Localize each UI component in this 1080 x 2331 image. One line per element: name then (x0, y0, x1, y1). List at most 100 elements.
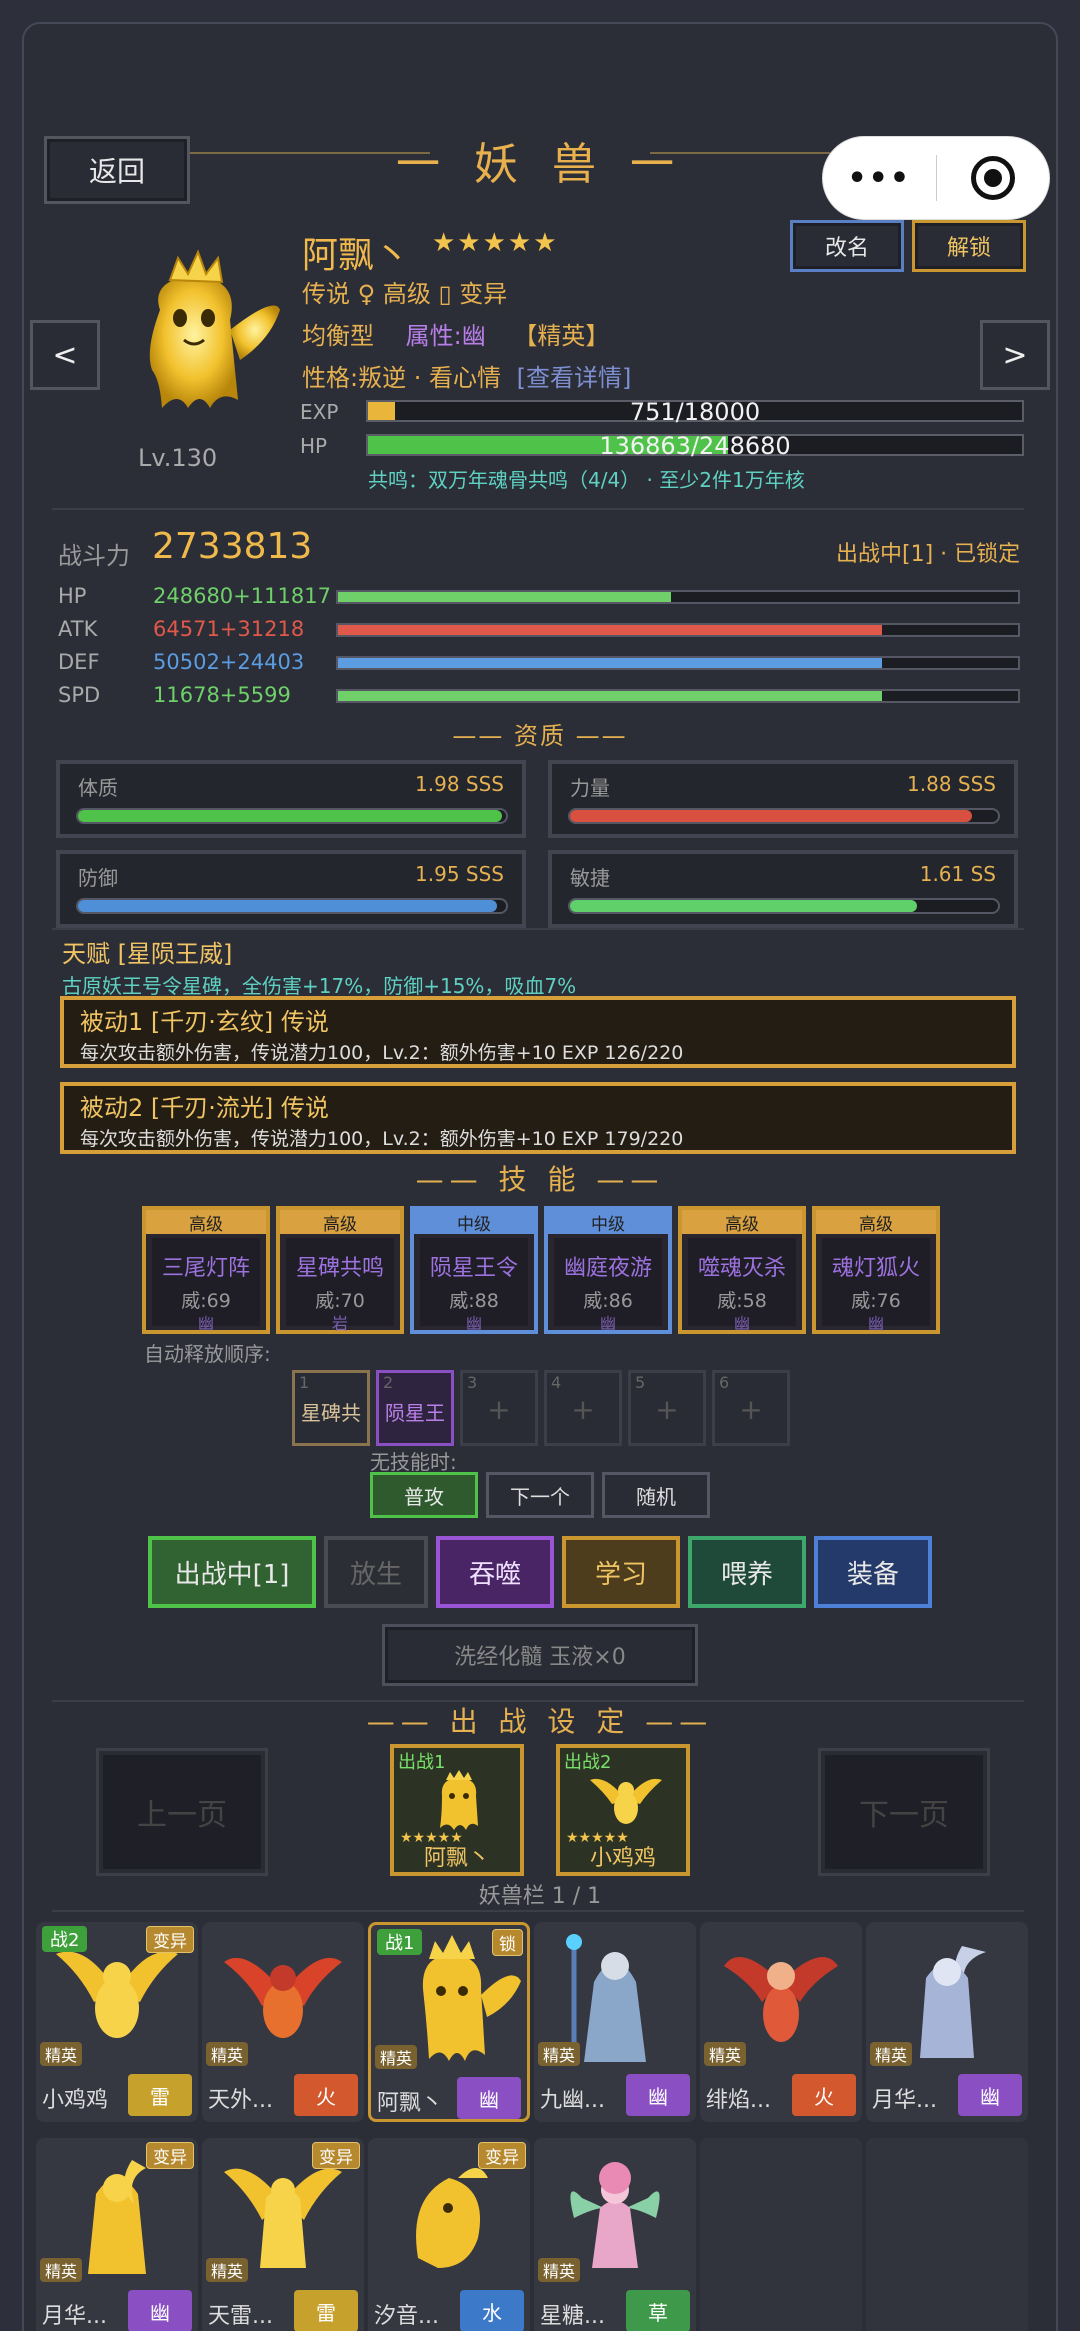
pet-element-badge: 幽 (457, 2077, 521, 2119)
stat-value: 11678+5599 (153, 683, 291, 707)
more-icon[interactable]: ••• (823, 161, 936, 196)
skill-element: 幽 (599, 1314, 616, 1333)
pet-card[interactable]: 精英 天外... 火 (202, 1922, 364, 2122)
pet-card[interactable]: 变异 精英 月华... 幽 (36, 2138, 198, 2331)
auto-slot-skill: + (739, 1393, 763, 1426)
skill-power: 威:70 (315, 1290, 365, 1312)
pet-card-name: 天雷... (208, 2304, 273, 2329)
skills-header: —— 技 能 —— (415, 1163, 665, 1196)
talent-desc: 古原妖王号令星碑，全伤害+17%，防御+15%，吸血7% (62, 974, 577, 998)
talent-title: 天赋 [星陨王威] (62, 940, 233, 968)
skill-card[interactable]: 高级 魂灯狐火 威:76 幽 (812, 1206, 940, 1334)
stat-spd: SPD 11678+5599 (58, 683, 291, 707)
battle-slot-1[interactable]: 出战1 ★★★★★ 阿飘丶 (390, 1744, 524, 1876)
auto-slot-number: 4 (551, 1373, 562, 1392)
mode-normal-attack-button[interactable]: 普攻 (370, 1472, 478, 1518)
prev-page-button[interactable]: 上一页 (96, 1748, 268, 1876)
auto-slot-2[interactable]: 2 陨星王 (376, 1370, 454, 1446)
back-button[interactable]: 返回 (44, 136, 190, 204)
next-page-button[interactable]: 下一页 (818, 1748, 990, 1876)
elite-tag: 精英 (870, 2042, 913, 2066)
next-pet-button[interactable]: > (980, 320, 1050, 390)
auto-slot-4[interactable]: 4 + (544, 1370, 622, 1446)
pet-slot-count: 妖兽栏 1 / 1 (478, 1884, 602, 1909)
auto-slot-5[interactable]: 5 + (628, 1370, 706, 1446)
auto-slot-3[interactable]: 3 + (460, 1370, 538, 1446)
pet-badge: 变异 (312, 2142, 360, 2169)
skill-card[interactable]: 中级 幽庭夜游 威:86 幽 (544, 1206, 672, 1334)
close-miniprogram-button[interactable] (936, 156, 1049, 200)
stat-hp: HP 248680+111817 (58, 584, 331, 608)
aptitude-value: 1.61 SS (919, 862, 996, 886)
feed-button[interactable]: 喂养 (688, 1536, 806, 1608)
skill-element: 岩 (331, 1314, 348, 1333)
pet-card[interactable]: 精英 月华... 幽 (866, 1922, 1028, 2122)
empty-pet-slot (700, 2138, 862, 2331)
ghost-pet-icon (440, 1770, 478, 1830)
pet-rank: 【精英】 (513, 322, 610, 350)
passive-1-title: 被动1 [千刃·玄纹] 传说 (80, 1008, 329, 1036)
pet-element-badge: 雷 (128, 2074, 192, 2116)
auto-slot-6[interactable]: 6 + (712, 1370, 790, 1446)
aptitude-bar-fill (570, 900, 917, 912)
auto-slot-skill: 陨星王 (385, 1401, 445, 1425)
aptitude-bar (76, 898, 508, 914)
auto-slot-1[interactable]: 1 星碑共 (292, 1370, 370, 1446)
pet-level: Lv.130 (138, 444, 218, 472)
pet-card[interactable]: 精英 星糖... 草 (534, 2138, 696, 2331)
divider-4 (52, 1910, 1024, 1912)
pet-card[interactable]: 精英 九幽... 幽 (534, 1922, 696, 2122)
battle-slot-2[interactable]: 出战2 ★★★★★ 小鸡鸡 (556, 1744, 690, 1876)
skill-tier: 高级 (280, 1210, 400, 1235)
elite-tag: 精英 (704, 2042, 747, 2066)
equip-button[interactable]: 装备 (814, 1536, 932, 1608)
auto-slot-number: 1 (299, 1373, 310, 1392)
auto-slot-skill: + (487, 1393, 511, 1426)
passive-2: 被动2 [千刃·流光] 传说 每次攻击额外伤害，传说潜力100，Lv.2：额外伤… (60, 1082, 1016, 1154)
pet-card-name: 汐音... (374, 2304, 439, 2329)
skill-tier: 高级 (682, 1210, 802, 1235)
rename-button[interactable]: 改名 (790, 220, 904, 272)
aptitude-label: 力量 (570, 776, 610, 800)
stat-def: DEF 50502+24403 (58, 650, 304, 674)
learn-button[interactable]: 学习 (562, 1536, 680, 1608)
pet-badge: 锁 (492, 1929, 523, 1956)
passive-1: 被动1 [千刃·玄纹] 传说 每次攻击额外伤害，传说潜力100，Lv.2：额外伤… (60, 996, 1016, 1068)
devour-button[interactable]: 吞噬 (436, 1536, 554, 1608)
hp-text: 136863/248680 (599, 432, 791, 460)
mode-next-button[interactable]: 下一个 (486, 1472, 594, 1518)
skill-card[interactable]: 中级 陨星王令 威:88 幽 (410, 1206, 538, 1334)
release-button[interactable]: 放生 (324, 1536, 428, 1608)
power-label: 战斗力 (58, 542, 130, 570)
skill-card[interactable]: 高级 噬魂灭杀 威:58 幽 (678, 1206, 806, 1334)
elite-tag: 精英 (206, 2258, 249, 2282)
wash-marrow-button[interactable]: 洗经化髓 玉液×0 (382, 1624, 698, 1686)
skill-card[interactable]: 高级 三尾灯阵 威:69 幽 (142, 1206, 270, 1334)
passive-1-desc: 每次攻击额外伤害，传说潜力100，Lv.2：额外伤害+10 EXP 126/22… (80, 1042, 684, 1064)
skill-card[interactable]: 高级 星碑共鸣 威:70 岩 (276, 1206, 404, 1334)
aptitude-value: 1.88 SSS (907, 772, 996, 796)
skill-name: 陨星王令 (429, 1256, 518, 1281)
battle-slot-1-tag: 出战1 (398, 1752, 446, 1773)
mode-random-button[interactable]: 随机 (602, 1472, 710, 1518)
skill-element: 幽 (733, 1314, 750, 1333)
hp-label: HP (300, 434, 328, 458)
pet-card[interactable]: 战2 变异 精英 小鸡鸡雷 (36, 1922, 198, 2122)
elite-tag: 精英 (206, 2042, 249, 2066)
pet-card[interactable]: 精英 绯焰... 火 (700, 1922, 862, 2122)
battle-slot-1-name: 阿飘丶 (423, 1846, 490, 1871)
pet-element-badge: 水 (460, 2290, 524, 2331)
pet-card[interactable]: 变异 精英 天雷... 雷 (202, 2138, 364, 2331)
pet-card[interactable]: 战1 锁精英 阿飘丶幽 (368, 1922, 530, 2122)
in-battle-button[interactable]: 出战中[1] (148, 1536, 316, 1608)
view-detail-link[interactable]: [查看详情] (517, 364, 632, 392)
skill-name: 噬魂灭杀 (697, 1256, 786, 1281)
unlock-button[interactable]: 解锁 (912, 220, 1026, 272)
prev-pet-button[interactable]: < (30, 320, 100, 390)
pet-personality-line: 性格:叛逆 · 看心情 [查看详情] (302, 358, 631, 393)
stat-value: 248680+111817 (153, 584, 331, 608)
pet-card[interactable]: 变异 汐音... 水 (368, 2138, 530, 2331)
divider-1 (52, 508, 1024, 510)
pet-card-name: 九幽... (540, 2088, 605, 2113)
pet-attribute: 属性:幽 (405, 322, 486, 350)
